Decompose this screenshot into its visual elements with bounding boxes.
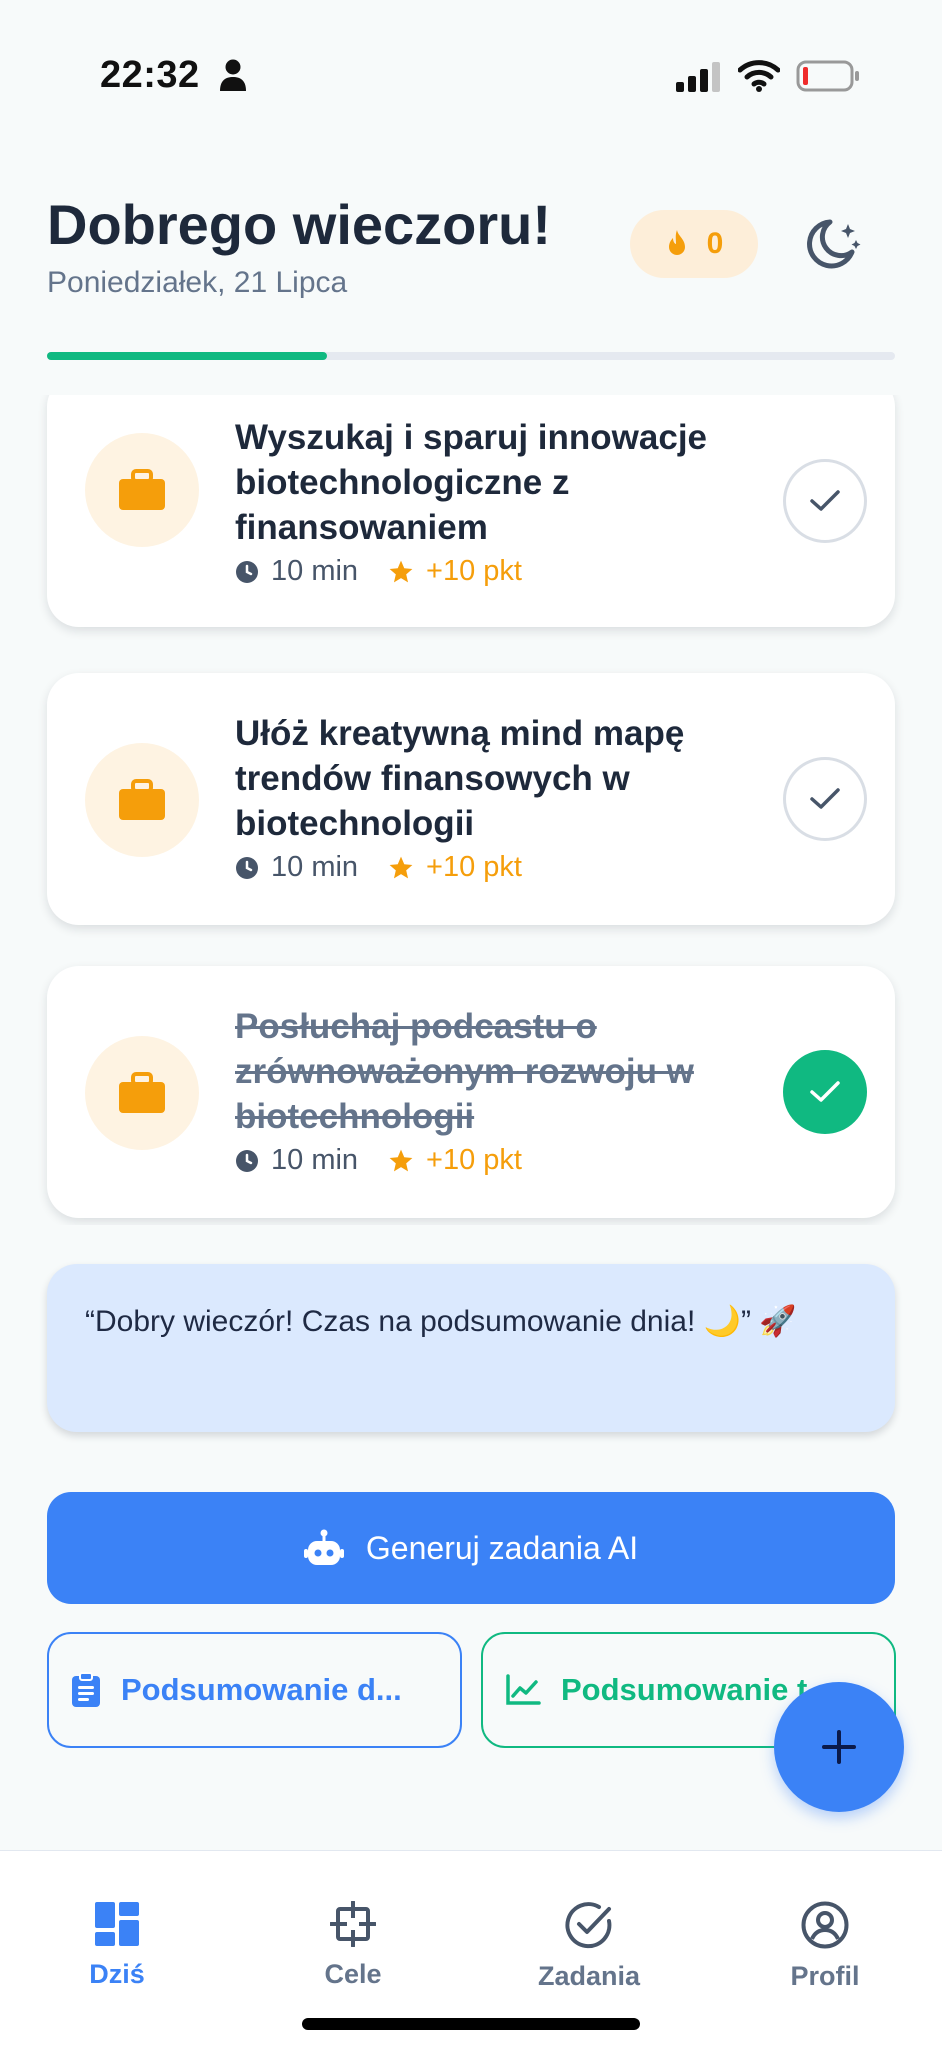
profile-icon (801, 1901, 849, 1949)
task-points: +10 pkt (426, 851, 522, 883)
nav-label: Profil (790, 1961, 860, 1991)
task-meta: 10 min +10 pkt (235, 555, 522, 588)
task-card[interactable]: Posłuchaj podcastu o zrównoważonym rozwo… (47, 966, 895, 1218)
task-category-badge (85, 433, 199, 547)
add-task-fab[interactable] (774, 1682, 904, 1812)
daily-summary-button[interactable]: Podsumowanie d... (47, 1632, 462, 1748)
nav-label: Cele (324, 1959, 382, 1989)
nav-label: Zadania (537, 1961, 641, 1991)
generate-ai-tasks-button[interactable]: Generuj zadania AI (47, 1492, 895, 1604)
robot-icon (303, 1529, 344, 1565)
task-title: Posłuchaj podcastu o zrównoważonym rozwo… (235, 1007, 694, 1136)
task-meta: 10 min +10 pkt (235, 1144, 522, 1177)
daily-summary-label: Podsumowanie d... (121, 1672, 402, 1707)
nav-item-today[interactable]: Dziś (17, 1851, 217, 2001)
dark-mode-moon-icon[interactable] (800, 216, 864, 274)
clipboard-icon (72, 1672, 100, 1707)
star-icon (389, 856, 413, 878)
nav-label: Dziś (89, 1959, 145, 1989)
line-chart-icon (506, 1674, 541, 1705)
briefcase-icon (119, 1072, 165, 1113)
task-points: +10 pkt (426, 555, 522, 587)
dashboard-icon (95, 1902, 139, 1946)
fire-icon (668, 230, 685, 255)
nav-item-goals[interactable]: Cele (253, 1851, 453, 2001)
task-complete-button[interactable] (783, 459, 867, 543)
star-icon (389, 560, 413, 582)
task-title: Wyszukaj i sparuj innowacje biotechnolog… (235, 418, 708, 547)
task-duration: 10 min (271, 555, 359, 587)
target-icon (330, 1901, 376, 1947)
status-time: 22:32 (100, 54, 200, 96)
streak-count: 0 (706, 227, 724, 260)
task-duration: 10 min (271, 1144, 359, 1176)
nav-item-profile[interactable]: Profil (725, 1851, 925, 2001)
weekly-summary-label: Podsumowanie t (561, 1672, 808, 1707)
daily-progress-bar (47, 352, 895, 360)
greeting-title: Dobrego wieczoru! (47, 193, 552, 256)
daily-progress-fill (47, 352, 327, 360)
check-circle-icon (565, 1902, 612, 1949)
task-title: Ułóż kreatywną mind mapę trendów finanso… (235, 714, 685, 843)
task-card[interactable]: Wyszukaj i sparuj innowacje biotechnolog… (47, 395, 895, 627)
task-card[interactable]: Ułóż kreatywną mind mapę trendów finanso… (47, 673, 895, 925)
nav-item-tasks[interactable]: Zadania (489, 1851, 689, 2001)
wifi-icon (738, 60, 780, 92)
clock-icon (236, 1149, 258, 1172)
home-indicator (302, 2018, 640, 2030)
briefcase-icon (119, 779, 165, 820)
current-date: Poniedziałek, 21 Lipca (47, 266, 348, 299)
person-icon (220, 59, 246, 91)
cellular-signal-icon (676, 62, 720, 92)
briefcase-icon (119, 469, 165, 510)
checkmark-icon (810, 1081, 840, 1102)
streak-badge[interactable]: 0 (630, 210, 758, 278)
battery-icon (796, 60, 859, 92)
generate-ai-tasks-label: Generuj zadania AI (365, 1529, 639, 1566)
motivational-quote: “Dobry wieczór! Czas na podsumowanie dni… (47, 1264, 895, 1432)
clock-icon (236, 560, 258, 583)
star-icon (389, 1149, 413, 1171)
task-points: +10 pkt (426, 1144, 522, 1176)
checkmark-icon (810, 490, 840, 511)
checkmark-icon (810, 788, 840, 809)
task-list[interactable]: Wyszukaj i sparuj innowacje biotechnolog… (0, 395, 942, 1225)
plus-icon (822, 1730, 856, 1764)
task-complete-button[interactable] (783, 1050, 867, 1134)
task-category-badge (85, 1036, 199, 1150)
task-duration: 10 min (271, 851, 359, 883)
task-complete-button[interactable] (783, 757, 867, 841)
task-category-badge (85, 743, 199, 857)
clock-icon (236, 856, 258, 879)
task-meta: 10 min +10 pkt (235, 851, 522, 884)
status-bar: 22:32 (0, 0, 942, 130)
